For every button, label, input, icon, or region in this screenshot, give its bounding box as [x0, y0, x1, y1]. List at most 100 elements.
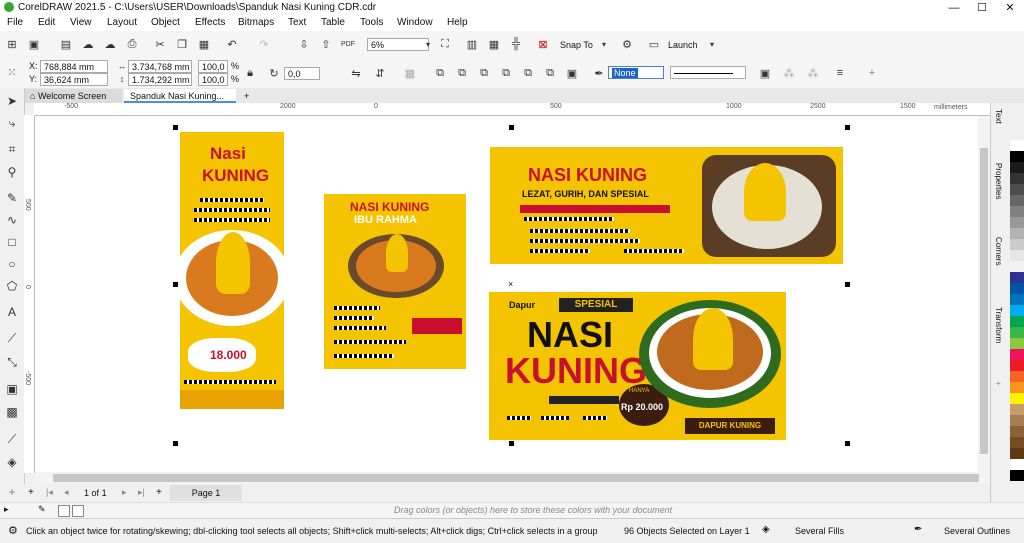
menu-view[interactable]: View	[70, 17, 92, 28]
shape-tool-icon[interactable]: ⤷	[4, 115, 20, 131]
color-swatch[interactable]	[1010, 206, 1024, 217]
selection-handle[interactable]	[845, 282, 850, 287]
selection-handle[interactable]	[509, 125, 514, 130]
add-page-icon[interactable]: +	[28, 487, 34, 498]
show-guidelines-icon[interactable]: ╬	[508, 36, 524, 52]
text-tool-icon[interactable]: A	[4, 304, 20, 320]
color-swatch[interactable]	[1010, 228, 1024, 239]
color-swatch[interactable]	[1010, 305, 1024, 316]
cloud-download-icon[interactable]: ☁	[102, 36, 118, 52]
wrap-text-icon[interactable]: ▣	[757, 65, 773, 81]
pick-tool-icon[interactable]: ➤	[4, 93, 20, 109]
color-swatch[interactable]	[1010, 459, 1024, 470]
menu-table[interactable]: Table	[321, 17, 345, 28]
scroll-thumb[interactable]	[53, 474, 979, 482]
tab-document[interactable]: Spanduk Nasi Kuning...	[124, 89, 236, 103]
color-swatch[interactable]	[1010, 316, 1024, 327]
color-swatch[interactable]	[1010, 382, 1024, 393]
selection-handle[interactable]	[845, 441, 850, 446]
last-page-icon[interactable]: ▸|	[138, 487, 145, 498]
print-icon[interactable]: ⎙	[124, 36, 140, 52]
cut-icon[interactable]: ✂	[152, 36, 168, 52]
menu-text[interactable]: Text	[288, 17, 306, 28]
menu-window[interactable]: Window	[397, 17, 433, 28]
fill-color-field[interactable]: None	[608, 66, 664, 79]
add-page-after-icon[interactable]: +	[156, 487, 162, 498]
publish-pdf-icon[interactable]: PDF	[340, 36, 356, 52]
weld-icon[interactable]: ⧉	[432, 65, 448, 81]
line-style-field[interactable]	[670, 66, 746, 79]
color-swatch[interactable]	[1010, 470, 1024, 481]
color-swatch[interactable]	[1010, 338, 1024, 349]
add-docker-icon[interactable]: +	[996, 379, 1001, 388]
no-color-swatch[interactable]	[58, 505, 70, 517]
x-position-field[interactable]: 768,884 mm	[40, 60, 108, 73]
first-page-icon[interactable]: |◂	[46, 487, 53, 498]
color-swatch[interactable]	[1010, 371, 1024, 382]
chevron-down-icon[interactable]: ▾	[420, 36, 436, 52]
selection-handle[interactable]	[173, 282, 178, 287]
menu-tools[interactable]: Tools	[360, 17, 383, 28]
menu-edit[interactable]: Edit	[38, 17, 55, 28]
back-minus-front-icon[interactable]: ⧉	[542, 65, 558, 81]
color-swatch[interactable]	[1010, 184, 1024, 195]
color-swatch[interactable]	[1010, 261, 1024, 272]
banner-horizontal-bottom[interactable]: Dapur SPESIAL NASI KUNING HANYA Rp 20.00…	[489, 292, 786, 440]
eyedropper-icon[interactable]: ⟋	[4, 431, 20, 447]
drop-shadow-icon[interactable]: ▣	[4, 381, 20, 397]
menu-file[interactable]: File	[7, 17, 23, 28]
front-minus-back-icon[interactable]: ⧉	[520, 65, 536, 81]
rotation-field[interactable]: 0,0	[284, 67, 320, 80]
minimize-button[interactable]: —	[940, 0, 968, 16]
copy-icon[interactable]: ❐	[174, 36, 190, 52]
color-swatch[interactable]	[1010, 393, 1024, 404]
width-field[interactable]: 3.734,768 mm	[128, 60, 192, 73]
freehand-tool-icon[interactable]: ✎	[4, 190, 20, 206]
mirror-horizontal-icon[interactable]: ⇋	[348, 65, 364, 81]
scroll-thumb[interactable]	[980, 148, 988, 454]
menu-object[interactable]: Object	[151, 17, 180, 28]
interactive-fill-icon[interactable]: ◈	[4, 454, 20, 470]
banner-vertical[interactable]: Nasi KUNING 18.000	[180, 132, 284, 409]
y-position-field[interactable]: 36,624 mm	[40, 73, 108, 86]
color-swatch[interactable]	[1010, 294, 1024, 305]
launch-icon[interactable]: ▭	[646, 36, 662, 52]
simplify-icon[interactable]: ⧉	[498, 65, 514, 81]
snap-off-icon[interactable]: ⊠	[535, 36, 551, 52]
launch-chevron-icon[interactable]: ▾	[704, 36, 720, 52]
color-swatch[interactable]	[1010, 162, 1024, 173]
add-tab-button[interactable]: +	[238, 89, 254, 103]
dimension-tool-icon[interactable]: ⟋	[4, 330, 20, 346]
color-swatch[interactable]	[1010, 404, 1024, 415]
horizontal-scrollbar[interactable]	[35, 472, 990, 484]
zoom-tool-icon[interactable]: ⚲	[4, 164, 20, 180]
height-field[interactable]: 1.734,292 mm	[128, 73, 192, 86]
open-folder-icon[interactable]: ▣	[26, 36, 42, 52]
color-swatch[interactable]	[1010, 250, 1024, 261]
selection-handle[interactable]	[509, 441, 514, 446]
save-icon[interactable]: ▤	[58, 36, 74, 52]
color-swatch[interactable]	[1010, 415, 1024, 426]
color-swatch[interactable]	[1010, 426, 1024, 437]
snap-chevron-icon[interactable]: ▾	[596, 36, 612, 52]
new-document-icon[interactable]: ⊞	[4, 36, 20, 52]
horizontal-ruler[interactable]: -500 0 500 1000 1500 2000 2500 millimete…	[34, 103, 990, 116]
color-swatch[interactable]	[1010, 239, 1024, 250]
export-icon[interactable]: ⇧	[318, 36, 334, 52]
dock-tab-text[interactable]: Text	[994, 109, 1003, 124]
selection-handle[interactable]	[845, 125, 850, 130]
add-tool-icon[interactable]: +	[4, 484, 20, 500]
connector-tool-icon[interactable]: ⤡	[4, 354, 20, 370]
show-rulers-icon[interactable]: ▥	[464, 36, 480, 52]
scale-width-field[interactable]: 100,0	[198, 60, 228, 73]
next-page-icon[interactable]: ▸	[122, 487, 127, 498]
selection-handle[interactable]	[173, 441, 178, 446]
banner-horizontal-top[interactable]: NASI KUNING LEZAT, GURIH, DAN SPESIAL	[490, 147, 843, 264]
color-swatch[interactable]	[1010, 272, 1024, 283]
redo-icon[interactable]: ↷	[256, 36, 272, 52]
convert-to-curves-icon[interactable]: ⁂	[781, 65, 797, 81]
polygon-tool-icon[interactable]: ⬠	[4, 278, 20, 294]
vertical-scrollbar[interactable]	[978, 116, 990, 472]
no-color-swatch[interactable]	[72, 505, 84, 517]
color-swatch[interactable]	[1010, 283, 1024, 294]
